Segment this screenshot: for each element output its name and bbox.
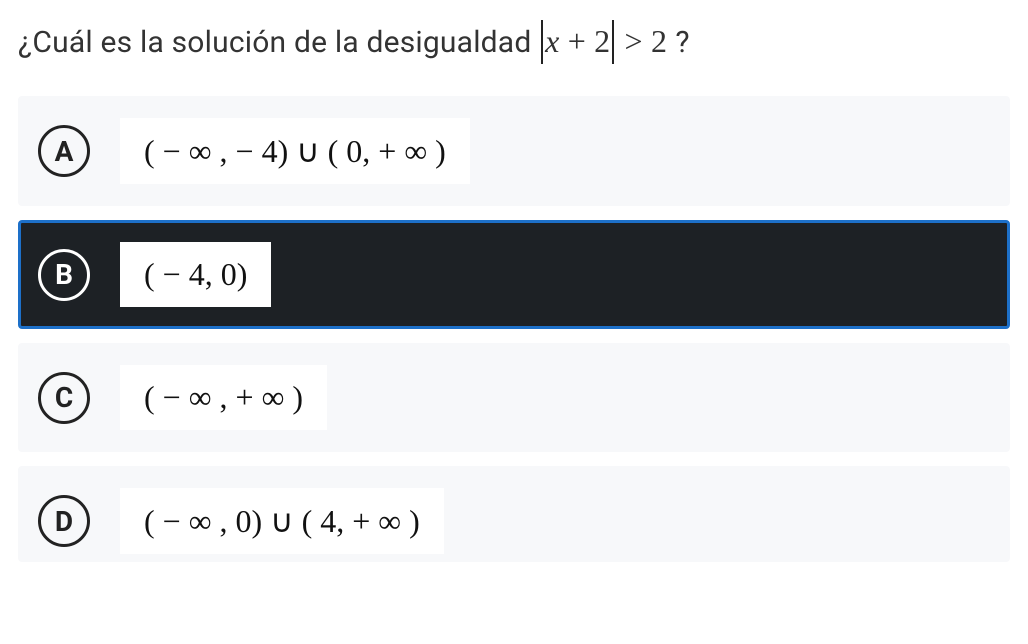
option-c[interactable]: C ( − ∞ , + ∞ ) xyxy=(18,343,1010,452)
expr-var: x xyxy=(545,23,559,59)
abs-bar-left xyxy=(541,20,543,64)
option-answer: ( − ∞ , + ∞ ) xyxy=(120,365,327,430)
question-suffix: ? xyxy=(675,25,689,60)
question-prefix: ¿Cuál es la solución de la desigualdad xyxy=(18,25,539,60)
option-letter: D xyxy=(38,495,90,547)
option-letter: A xyxy=(38,125,90,177)
option-answer: ( − ∞ , 0) ∪ ( 4, + ∞ ) xyxy=(120,488,444,554)
question-expression: x + 2 > 2 xyxy=(539,23,675,59)
abs-bar-right xyxy=(612,20,614,64)
option-letter: C xyxy=(38,372,90,424)
expr-plus: + 2 xyxy=(560,23,611,59)
option-letter: B xyxy=(38,249,90,301)
option-answer: ( − ∞ , − 4) ∪ ( 0, + ∞ ) xyxy=(120,118,470,184)
expr-gt: > 2 xyxy=(616,23,667,59)
option-b[interactable]: B ( − 4, 0) xyxy=(18,220,1010,329)
options-list: A ( − ∞ , − 4) ∪ ( 0, + ∞ ) B ( − 4, 0) … xyxy=(18,96,1010,562)
option-a[interactable]: A ( − ∞ , − 4) ∪ ( 0, + ∞ ) xyxy=(18,96,1010,206)
question-text: ¿Cuál es la solución de la desigualdad x… xyxy=(18,20,1010,64)
option-d[interactable]: D ( − ∞ , 0) ∪ ( 4, + ∞ ) xyxy=(18,466,1010,562)
option-answer: ( − 4, 0) xyxy=(120,242,271,307)
